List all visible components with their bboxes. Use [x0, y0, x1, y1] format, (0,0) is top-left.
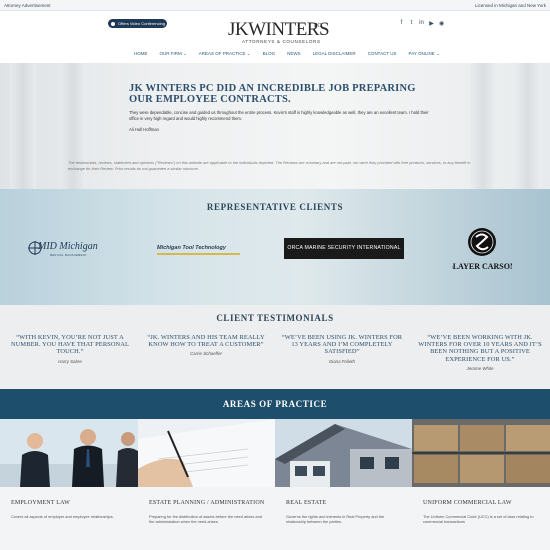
testimonial-author: Diana Folieth	[329, 358, 355, 364]
youtube-icon[interactable]: ▶	[429, 20, 434, 27]
linkedin-icon[interactable]: in	[419, 20, 424, 27]
michigan-tool-text: Michigan Tool Technology	[157, 245, 226, 251]
orca-logo: ORCA MARINE SECURITY INTERNATIONAL	[284, 238, 404, 259]
hero-testimonial: JK WINTERS PC DID AN INCREDIBLE JOB PREP…	[0, 63, 550, 189]
testimonial-quote: “WE’VE BEEN USING JK. WINTERS FOR 13 YEA…	[281, 334, 403, 356]
column-decoration	[515, 63, 541, 189]
testimonial-quote: “WITH KEVIN, YOU’RE NOT JUST A NUMBER. Y…	[11, 334, 129, 356]
practice-desc-real-estate: Governs the rights and interests in Real…	[286, 514, 385, 525]
hero-disclaimer: The testimonials, reviews, statement and…	[68, 160, 471, 171]
michigan-tool-bar	[157, 253, 240, 255]
practice-desc-commercial: The Uniform Commercial Code (UCC) is a s…	[423, 514, 534, 525]
practice-tile-estate[interactable]: ESTATE PLANNING / ADMINISTRATION Prepari…	[138, 419, 275, 550]
practice-card: REAL ESTATE Governs the rights and inter…	[275, 487, 412, 550]
nav-blog[interactable]: BLOG	[257, 51, 282, 57]
hero-author: Ali Hull Hoffman	[129, 127, 159, 132]
facebook-icon[interactable]: f	[399, 20, 404, 27]
video-icon	[111, 21, 115, 26]
practice-desc-estate: Preparing for the distribution of assets…	[149, 514, 262, 525]
twitter-icon[interactable]: t	[409, 20, 414, 27]
practice-tile-commercial[interactable]: UNIFORM COMMERCIAL LAW The Uniform Comme…	[412, 419, 550, 550]
testimonial-quote: “JK. WINTERS AND HIS TEAM REALLY KNOW HO…	[147, 334, 265, 349]
testimonial-author: Carrie Schaeffer	[190, 351, 222, 357]
social-links: f t in ▶ ◉	[399, 20, 445, 27]
slayer-carson-text: SLAYER CARSON	[452, 262, 512, 271]
nav-our-firm[interactable]: OUR FIRM ⌄	[154, 51, 193, 57]
attorney-advertisement-text: Attorney Advertisement	[4, 3, 51, 8]
practice-title-real-estate: REAL ESTATE	[286, 500, 327, 506]
column-decoration	[10, 63, 36, 189]
practice-tile-real-estate[interactable]: REAL ESTATE Governs the rights and inter…	[275, 419, 412, 550]
site-logo[interactable]: JKWINTERS PC ATTORNEYS & COUNSELORS	[228, 20, 330, 44]
practice-card: ESTATE PLANNING / ADMINISTRATION Prepari…	[138, 487, 275, 550]
rss-icon[interactable]: ◉	[439, 20, 444, 27]
logo-pc: PC	[314, 23, 322, 29]
nav-pay-online[interactable]: PAY ONLINE ⌄	[403, 51, 446, 57]
slayer-carson-mark: SLAYER CARSON	[448, 228, 516, 271]
clients-title: REPRESENTATIVE CLIENTS	[206, 202, 344, 212]
logo-tagline: ATTORNEYS & COUNSELORS	[242, 39, 321, 44]
mid-michigan-sub: MEDICAL MANAGEMENT	[50, 254, 87, 257]
michigan-tool-logo: Michigan Tool Technology	[157, 245, 247, 255]
client-testimonials-section: CLIENT TESTIMONIALS “WITH KEVIN, YOU’RE …	[0, 305, 550, 389]
practice-title-estate: ESTATE PLANNING / ADMINISTRATION	[149, 500, 265, 506]
testimonial-item: “WE’VE BEEN WORKING WITH JK. WINTERS FOR…	[416, 334, 544, 371]
nav-legal-disclaimer[interactable]: LEGAL DISCLAIMER	[307, 51, 362, 57]
top-bar: Attorney Advertisement Licensed in Michi…	[0, 0, 550, 11]
testimonial-quote: “WE’VE BEEN WORKING WITH JK. WINTERS FOR…	[418, 334, 542, 363]
slayer-carson-logo: SLAYER CARSON	[448, 225, 516, 273]
practice-card: UNIFORM COMMERCIAL LAW The Uniform Comme…	[412, 487, 550, 550]
mid-michigan-text: MID Michigan	[38, 241, 98, 252]
practice-title-commercial: UNIFORM COMMERCIAL LAW	[423, 500, 512, 506]
practice-card: EMPLOYMENT LAW Covers all aspects of emp…	[0, 487, 138, 550]
practice-title-employment: EMPLOYMENT LAW	[11, 500, 71, 506]
estate-image	[138, 419, 275, 487]
hero-quote: They were dependable, concise and guided…	[129, 110, 429, 121]
testimonial-item: “JK. WINTERS AND HIS TEAM REALLY KNOW HO…	[142, 334, 270, 356]
nav-news[interactable]: NEWS	[281, 51, 307, 57]
testimonial-author: Harry Sabre	[58, 358, 82, 364]
video-conferencing-button[interactable]: Offers Video Conferencing	[108, 19, 167, 28]
testimonials-title: CLIENT TESTIMONIALS	[216, 313, 334, 323]
employment-image	[0, 419, 138, 487]
commercial-image	[412, 419, 550, 487]
nav-contact-us[interactable]: CONTACT US	[362, 51, 403, 57]
site-header: Offers Video Conferencing JKWINTERS PC A…	[0, 11, 550, 63]
areas-of-practice-banner: AREAS OF PRACTICE	[0, 389, 550, 419]
video-conferencing-label: Offers Video Conferencing	[118, 21, 165, 26]
testimonial-author: Jerome White	[466, 365, 494, 371]
testimonial-item: “WITH KEVIN, YOU’RE NOT JUST A NUMBER. Y…	[6, 334, 134, 364]
practice-title: AREAS OF PRACTICE	[222, 399, 328, 409]
licensed-text: Licensed in Michigan and New York	[474, 3, 546, 8]
main-nav: HOME OUR FIRM ⌄ AREAS OF PRACTICE ⌄ BLOG…	[128, 51, 446, 57]
nav-home[interactable]: HOME	[128, 51, 154, 57]
practice-desc-employment: Covers all aspects of employer and emplo…	[11, 514, 114, 519]
real-estate-image	[275, 419, 412, 487]
testimonial-item: “WE’VE BEEN USING JK. WINTERS FOR 13 YEA…	[278, 334, 406, 364]
hero-title: JK WINTERS PC DID AN INCREDIBLE JOB PREP…	[129, 83, 416, 105]
mid-michigan-logo: MID Michigan MEDICAL MANAGEMENT	[28, 238, 108, 267]
practice-tile-employment[interactable]: EMPLOYMENT LAW Covers all aspects of emp…	[0, 419, 138, 550]
nav-areas-of-practice[interactable]: AREAS OF PRACTICE ⌄	[193, 51, 257, 57]
